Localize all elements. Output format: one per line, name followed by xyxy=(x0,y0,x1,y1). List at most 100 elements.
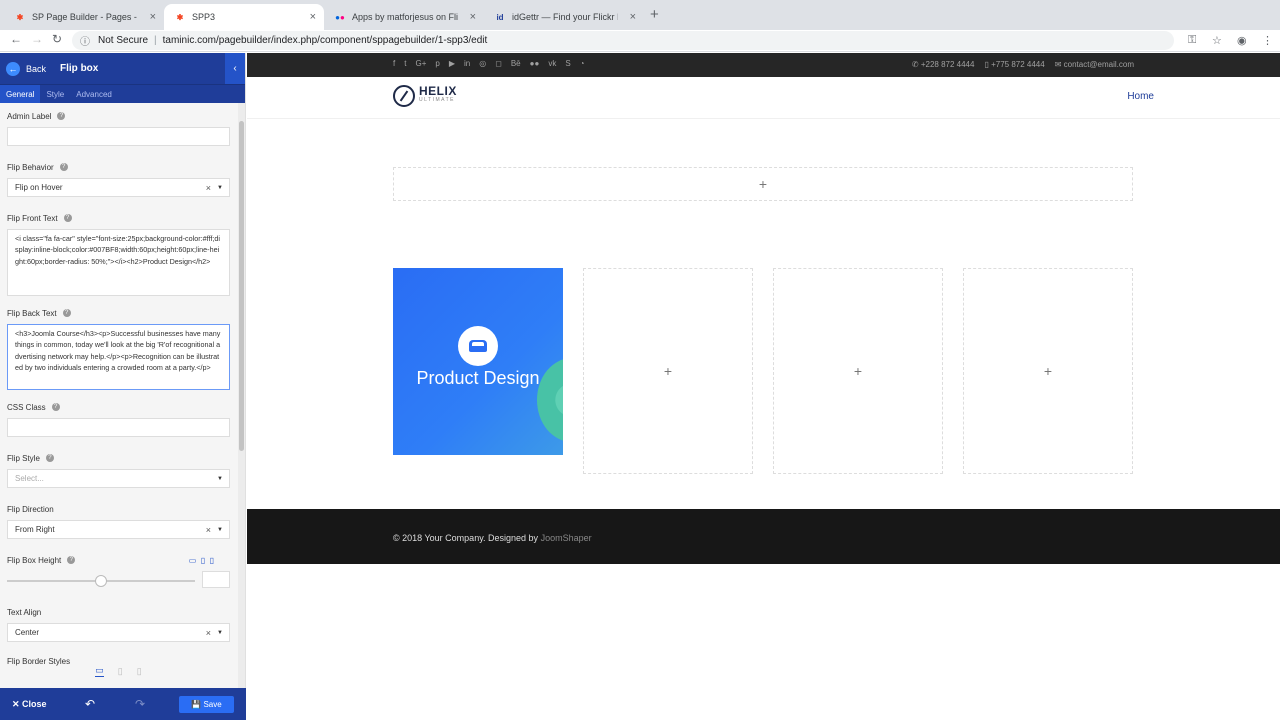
site-logo[interactable]: HELIX ULTIMATE xyxy=(393,85,457,107)
security-label: Not Secure xyxy=(98,35,149,46)
clear-icon[interactable]: × xyxy=(206,183,211,193)
scroll-thumb[interactable] xyxy=(239,121,244,451)
phone-2: ▯ +775 872 4444 xyxy=(984,60,1045,69)
box-height-label: Flip Box Height? ▭ ▯ ▯ xyxy=(7,555,214,565)
back-text-textarea[interactable]: <h3>Joomla Course</h3><p>Successful busi… xyxy=(7,324,230,390)
help-icon[interactable]: ? xyxy=(45,454,54,462)
info-icon[interactable]: ⓘ xyxy=(80,33,90,48)
text-align-select[interactable]: Center × ▼ xyxy=(7,623,230,642)
logo-icon xyxy=(393,85,415,107)
instagram-icon[interactable]: ◻ xyxy=(495,59,502,68)
close-button[interactable]: ✕ Close xyxy=(12,699,47,710)
flip-style-select[interactable]: Select... ▼ xyxy=(7,469,230,488)
card-title: Product Design xyxy=(416,368,540,388)
help-icon[interactable]: ? xyxy=(57,112,66,120)
panel-title: Flip box xyxy=(60,63,99,74)
social-icons: f t G+ p ▶ in ◎ ◻ Bē ●● vk S ◔ xyxy=(393,59,585,68)
box-height-input[interactable] xyxy=(202,571,230,588)
behance-icon[interactable]: Bē xyxy=(511,59,521,68)
device-switch[interactable]: ▭ ▯ ▯ xyxy=(189,556,214,565)
add-row-placeholder[interactable]: + xyxy=(393,167,1133,201)
site-header: HELIX ULTIMATE Home xyxy=(247,77,1280,119)
tab-advanced[interactable]: Advanced xyxy=(70,85,118,103)
flip-direction-label: Flip Direction xyxy=(7,504,54,514)
chevron-down-icon: ▼ xyxy=(217,475,223,482)
nav-home[interactable]: Home xyxy=(1127,91,1154,102)
undo-icon[interactable]: ↶ xyxy=(85,697,95,711)
collapse-panel-button[interactable]: ‹ xyxy=(225,53,245,84)
back-button[interactable]: Back xyxy=(26,64,46,74)
help-icon[interactable]: ? xyxy=(51,403,60,411)
new-tab-icon[interactable]: + xyxy=(650,6,659,23)
browser-tab-3[interactable]: ●● Apps by matforjesus on Flickr × xyxy=(324,4,484,30)
flip-behavior-select[interactable]: Flip on Hover × ▼ xyxy=(7,178,230,197)
skype-icon[interactable]: S xyxy=(565,59,570,68)
browser-tab-2[interactable]: ✱ SPP3 × xyxy=(164,4,324,30)
flickr-icon[interactable]: ●● xyxy=(530,59,540,68)
youtube-icon[interactable]: ▶ xyxy=(449,59,455,68)
help-icon[interactable]: ? xyxy=(62,309,71,317)
box-height-slider[interactable] xyxy=(7,571,230,591)
address-bar: ← → ↻ ⓘ Not Secure | taminic.com/pagebui… xyxy=(0,30,1280,52)
reload-icon[interactable]: ↻ xyxy=(52,32,62,46)
back-arrow-icon[interactable]: ← xyxy=(10,32,22,46)
pinterest-icon[interactable]: p xyxy=(435,59,439,68)
back-icon[interactable]: ← xyxy=(6,61,20,76)
flip-direction-select[interactable]: From Right × ▼ xyxy=(7,520,230,539)
tablet-icon[interactable]: ▯ xyxy=(118,666,123,677)
contact-info: ✆ +228 872 4444 ▯ +775 872 4444 ✉ contac… xyxy=(912,60,1134,69)
front-text-label: Flip Front Text? xyxy=(7,213,230,223)
css-class-input[interactable] xyxy=(7,418,230,437)
browser-tab-4[interactable]: id idGettr — Find your Flickr ID × xyxy=(484,4,644,30)
clear-icon[interactable]: × xyxy=(206,525,211,535)
flip-box-card[interactable]: Product Design xyxy=(393,268,563,455)
add-addon-placeholder[interactable]: + xyxy=(963,268,1133,474)
avatar[interactable]: ◉ xyxy=(1237,34,1247,47)
forward-arrow-icon[interactable]: → xyxy=(31,32,43,46)
tab-style[interactable]: Style xyxy=(40,85,70,103)
admin-label-label: Admin Label? xyxy=(7,111,230,121)
more-icon[interactable]: ⋮ xyxy=(1262,34,1273,47)
browser-tab-bar: ✱ SP Page Builder - Pages - SPP3 × ✱ SPP… xyxy=(0,0,1280,30)
chevron-down-icon: ▼ xyxy=(217,629,223,636)
close-icon[interactable]: × xyxy=(150,11,156,23)
redo-icon[interactable]: ↷ xyxy=(135,697,145,711)
slider-handle[interactable] xyxy=(95,575,107,587)
add-addon-placeholder[interactable]: + xyxy=(773,268,943,474)
flip-style-label: Flip Style? xyxy=(7,453,230,463)
url-text: taminic.com/pagebuilder/index.php/compon… xyxy=(162,35,488,46)
whatsapp-icon[interactable]: ◔ xyxy=(580,59,585,68)
facebook-icon[interactable]: f xyxy=(393,59,395,68)
twitter-icon[interactable]: t xyxy=(404,59,406,68)
google-plus-icon[interactable]: G+ xyxy=(415,59,426,68)
panel-body: Admin Label? Flip Behavior? Flip on Hove… xyxy=(0,103,237,693)
help-icon[interactable]: ? xyxy=(59,163,68,171)
browser-tab-1[interactable]: ✱ SP Page Builder - Pages - SPP3 × xyxy=(4,4,164,30)
joomla-icon: ✱ xyxy=(16,12,24,22)
add-addon-placeholder[interactable]: + xyxy=(583,268,753,474)
tab-general[interactable]: General xyxy=(0,85,41,103)
footer-brand-link[interactable]: JoomShaper xyxy=(541,533,592,543)
dribbble-icon[interactable]: ◎ xyxy=(479,59,486,68)
close-icon[interactable]: × xyxy=(470,11,476,23)
front-text-textarea[interactable]: <i class="fa fa-car" style="font-size:25… xyxy=(7,229,230,296)
star-icon[interactable]: ☆ xyxy=(1212,34,1222,47)
linkedin-icon[interactable]: in xyxy=(464,59,470,68)
mobile-icon[interactable]: ▯ xyxy=(137,666,142,677)
clear-icon[interactable]: × xyxy=(206,628,211,638)
url-field[interactable]: ⓘ Not Secure | taminic.com/pagebuilder/i… xyxy=(72,31,1174,50)
panel-scrollbar[interactable] xyxy=(238,103,245,693)
help-icon[interactable]: ? xyxy=(63,214,72,222)
key-icon[interactable]: ⚿ xyxy=(1188,34,1196,47)
help-icon[interactable]: ? xyxy=(67,556,76,564)
close-icon[interactable]: × xyxy=(310,11,316,23)
phone-1: ✆ +228 872 4444 xyxy=(911,60,975,69)
vk-icon[interactable]: vk xyxy=(548,59,556,68)
close-icon[interactable]: × xyxy=(630,11,636,23)
save-button[interactable]: 💾 Save xyxy=(179,696,234,713)
flip-behavior-label: Flip Behavior? xyxy=(7,162,230,172)
site-preview: f t G+ p ▶ in ◎ ◻ Bē ●● vk S ◔ ✆ +228 87… xyxy=(247,53,1280,720)
admin-label-input[interactable] xyxy=(7,127,230,146)
email[interactable]: ✉ contact@email.com xyxy=(1055,60,1134,69)
desktop-icon[interactable]: ▭ xyxy=(95,665,104,677)
